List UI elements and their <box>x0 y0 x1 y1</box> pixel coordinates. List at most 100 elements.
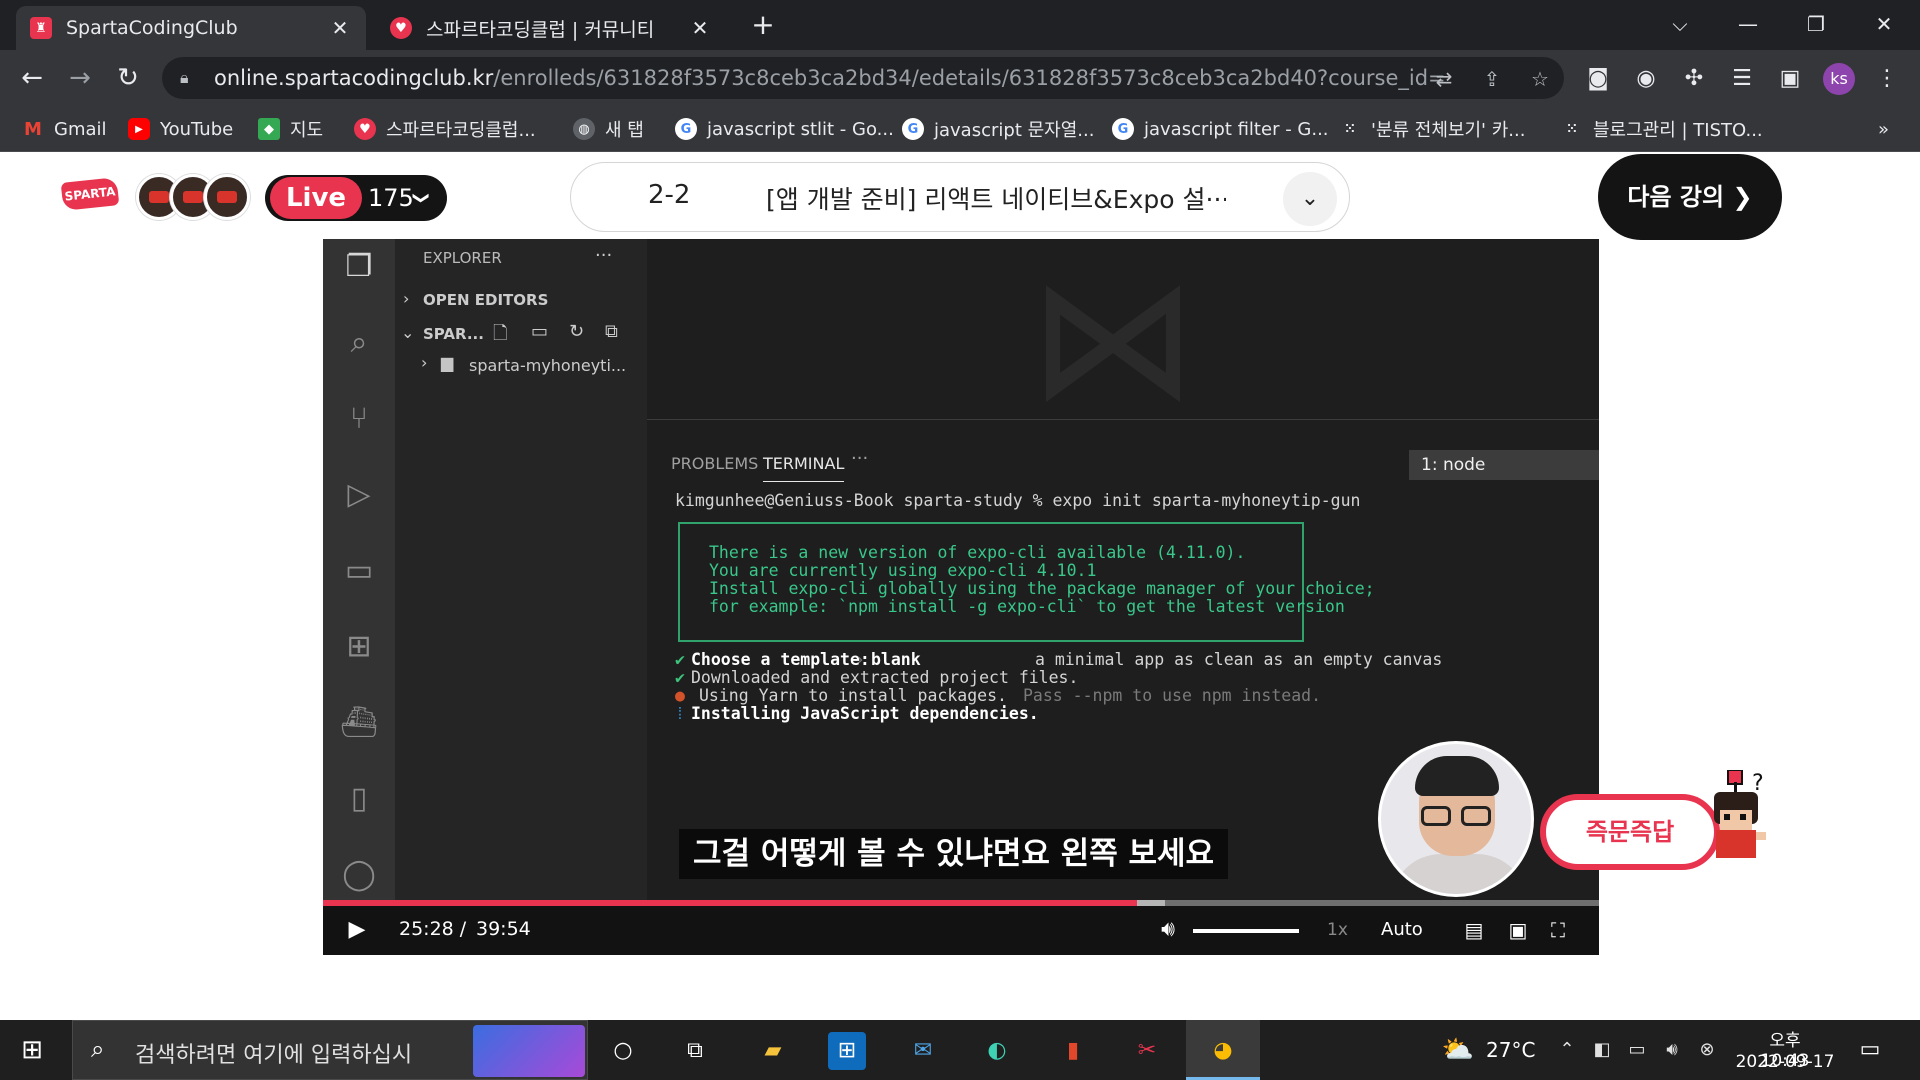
vscode-explorer-sidebar: EXPLORER ··· › OPEN EDITORS ⌄ SPAR... 🗋︎… <box>395 239 647 955</box>
minimize-button[interactable]: — <box>1728 6 1768 42</box>
bookmark-google-string[interactable]: Gjavascript 문자열... <box>902 114 1094 144</box>
task-view-icon[interactable]: ⧉ <box>676 1032 714 1070</box>
office-icon[interactable]: ▮ <box>1054 1032 1092 1070</box>
bookmark-youtube[interactable]: ▶ YouTube <box>128 114 233 144</box>
tistory-icon: ⁙ <box>1344 121 1356 137</box>
mascot-character-icon[interactable]: ? <box>1706 770 1772 866</box>
new-folder-icon: ▭ <box>531 321 549 342</box>
instant-qa-button[interactable]: 즉문즉답 <box>1540 794 1720 870</box>
address-url[interactable]: online.spartacodingclub.kr/enrolleds/631… <box>214 66 1444 90</box>
translate-icon[interactable]: ⇄ <box>1430 65 1458 93</box>
vscode-watermark-icon: ⋈ <box>1028 240 1198 438</box>
close-window-button[interactable]: ✕ <box>1864 6 1904 42</box>
fullscreen-icon[interactable]: ⛶ <box>1543 916 1573 944</box>
camera-extension-icon[interactable]: ◙ <box>1583 64 1613 94</box>
cortana-icon[interactable]: ○ <box>604 1032 642 1070</box>
panel-more-icon: ··· <box>851 448 869 469</box>
bookmark-tistory-blog[interactable]: ⁙ 블로그관리 | TISTO... <box>1561 114 1763 144</box>
source-control-icon: ⑂ <box>350 401 368 436</box>
subtitles-icon[interactable]: ▤ <box>1459 916 1489 944</box>
bookmark-google-filter[interactable]: Gjavascript filter - G... <box>1112 114 1329 144</box>
tab-close-icon[interactable]: ✕ <box>328 16 352 40</box>
playback-speed[interactable]: 1x <box>1327 920 1348 940</box>
speaker-icon[interactable]: 🔊︎ <box>1659 1037 1685 1063</box>
lesson-title: [앱 개발 준비] 리액트 네이티브&Expo 설··· <box>766 185 1226 214</box>
bookmarks-overflow-button[interactable]: » <box>1878 114 1889 144</box>
side-panel-icon[interactable]: ▣ <box>1775 64 1805 94</box>
new-tab-button[interactable]: + <box>748 10 778 40</box>
sparta-heart-favicon-icon: ♥ <box>390 17 412 39</box>
temperature[interactable]: 27°C <box>1486 1038 1535 1062</box>
reload-button[interactable]: ↻ <box>112 62 144 94</box>
network-icon[interactable]: ▭ <box>1624 1037 1650 1063</box>
browser-menu-icon[interactable]: ⋮ <box>1872 64 1902 94</box>
google-icon: G <box>1112 118 1134 140</box>
tab-search-icon[interactable]: ⌵ <box>1660 6 1700 42</box>
notifications-icon[interactable]: ▭ <box>1855 1036 1885 1064</box>
tab-problems: PROBLEMS <box>671 454 759 473</box>
ms-store-icon[interactable]: ⊞ <box>828 1032 866 1070</box>
tab-terminal: TERMINAL <box>763 454 845 482</box>
forward-button[interactable]: → <box>64 62 96 94</box>
explorer-title: EXPLORER <box>423 249 502 267</box>
volume-icon[interactable]: 🔊︎ <box>1153 916 1183 944</box>
mail-icon[interactable]: ✉ <box>904 1032 942 1070</box>
picture-in-picture-icon[interactable]: ▣ <box>1503 916 1533 944</box>
terminal-line-template-desc: a minimal app as clean as an empty canva… <box>1035 650 1443 669</box>
chrome-taskbar-button[interactable]: ◕ <box>1186 1020 1260 1080</box>
extensions-puzzle-icon[interactable]: ✣ <box>1679 64 1709 94</box>
restore-button[interactable]: ❐ <box>1796 6 1836 42</box>
chevron-down-icon[interactable]: ❯ <box>401 191 443 204</box>
bookmark-star-icon[interactable]: ☆ <box>1526 65 1554 93</box>
explorer-files-icon: ❐ <box>345 249 373 284</box>
google-icon: G <box>902 118 924 140</box>
notice-line: There is a new version of expo-cli avail… <box>709 543 1246 562</box>
back-button[interactable]: ← <box>16 62 48 94</box>
volume-slider[interactable] <box>1193 929 1299 933</box>
quality-selector[interactable]: Auto <box>1381 919 1423 940</box>
tray-chevron-up-icon[interactable]: ⌃ <box>1554 1037 1580 1063</box>
chevron-down-icon: ⌄ <box>401 323 415 342</box>
next-lesson-button[interactable]: 다음 강의 ❯ <box>1598 154 1782 240</box>
chevron-right-icon: › <box>421 353 428 372</box>
run-debug-icon: ▷ <box>347 477 371 512</box>
lesson-dropdown-chevron-icon[interactable]: ⌄ <box>1283 172 1337 226</box>
file-explorer-icon[interactable]: ▰ <box>754 1032 792 1070</box>
lecture-video[interactable]: ❐ ⌕ ⑂ ▷ ▭ ⊞ ⛴ ▯ ◯ EXPLORER ··· › OPEN ED… <box>323 239 1599 955</box>
tistory-icon: ⁙ <box>1566 121 1578 137</box>
vscode-activity-bar: ❐ ⌕ ⑂ ▷ ▭ ⊞ ⛴ ▯ ◯ <box>323 239 395 955</box>
bookmark-tistory-category[interactable]: ⁙ '분류 전체보기' 카... <box>1339 114 1526 144</box>
terminal-line-template-label: Choose a template: <box>691 650 870 669</box>
share-icon[interactable]: ⇪ <box>1478 65 1506 93</box>
tab-close-icon[interactable]: ✕ <box>688 16 712 40</box>
bookmark-gmail[interactable]: M Gmail <box>22 114 106 144</box>
edge-icon[interactable]: ◐ <box>978 1032 1016 1070</box>
sparta-logo[interactable]: SPARTA <box>60 177 120 211</box>
bookmark-new-tab[interactable]: ◍ 새 탭 <box>573 114 644 144</box>
bookmarks-bar: M Gmail ▶ YouTube ◆ 지도 ♥ 스파르타코딩클럽... ◍ 새 탭 Gj… <box>0 106 1920 152</box>
weather-icon[interactable]: ⛅ <box>1440 1034 1476 1066</box>
tab-strip: ♜ SpartaCodingClub ✕ ♥ 스파르타코딩클럽 | 커뮤니티 ✕… <box>0 0 1920 50</box>
open-editors-section: OPEN EDITORS <box>423 291 549 309</box>
windows-taskbar: ⊞ ⌕ 검색하려면 여기에 입력하십시 ○ ⧉ ▰ ⊞ ✉ ◐ ▮ ✂ ◕ ⛅ … <box>0 1020 1920 1080</box>
extension-circle-icon[interactable]: ◉ <box>1631 64 1661 94</box>
terminal-line-yarn: Using Yarn to install packages. <box>699 686 1007 705</box>
taskbar-search-input[interactable]: ⌕ 검색하려면 여기에 입력하십시 <box>72 1020 588 1080</box>
profile-avatar[interactable]: ks <box>1823 63 1855 95</box>
terminal-line-yarn-hint: Pass --npm to use npm instead. <box>1023 686 1322 705</box>
lock-icon[interactable]: 🔒︎ <box>180 68 200 88</box>
media-controls-icon[interactable]: ☰ <box>1727 64 1757 94</box>
bookmark-google-split[interactable]: Gjavascript stlit - Go... <box>675 114 894 144</box>
bookmark-maps[interactable]: ◆ 지도 <box>258 114 323 144</box>
clock-date[interactable]: 2022-09-17 <box>1734 1052 1836 1072</box>
tray-app-icon[interactable]: ◧ <box>1589 1037 1615 1063</box>
terminal-select: 1: node⌄ <box>1409 450 1599 480</box>
windows-start-icon[interactable]: ⊞ <box>16 1034 48 1066</box>
snipping-tool-icon[interactable]: ✂ <box>1128 1032 1166 1070</box>
address-bar[interactable]: 🔒︎ online.spartacodingclub.kr/enrolleds/… <box>162 57 1564 99</box>
play-button[interactable]: ▶ <box>343 916 371 944</box>
tab-spartacodingclub[interactable]: ♜ SpartaCodingClub ✕ <box>16 6 366 50</box>
tab-sparta-community[interactable]: ♥ 스파르타코딩클럽 | 커뮤니티 ✕ <box>376 6 726 50</box>
bookmark-sparta[interactable]: ♥ 스파르타코딩클럽... <box>354 114 536 144</box>
status-close-icon[interactable]: ⊗ <box>1694 1037 1720 1063</box>
